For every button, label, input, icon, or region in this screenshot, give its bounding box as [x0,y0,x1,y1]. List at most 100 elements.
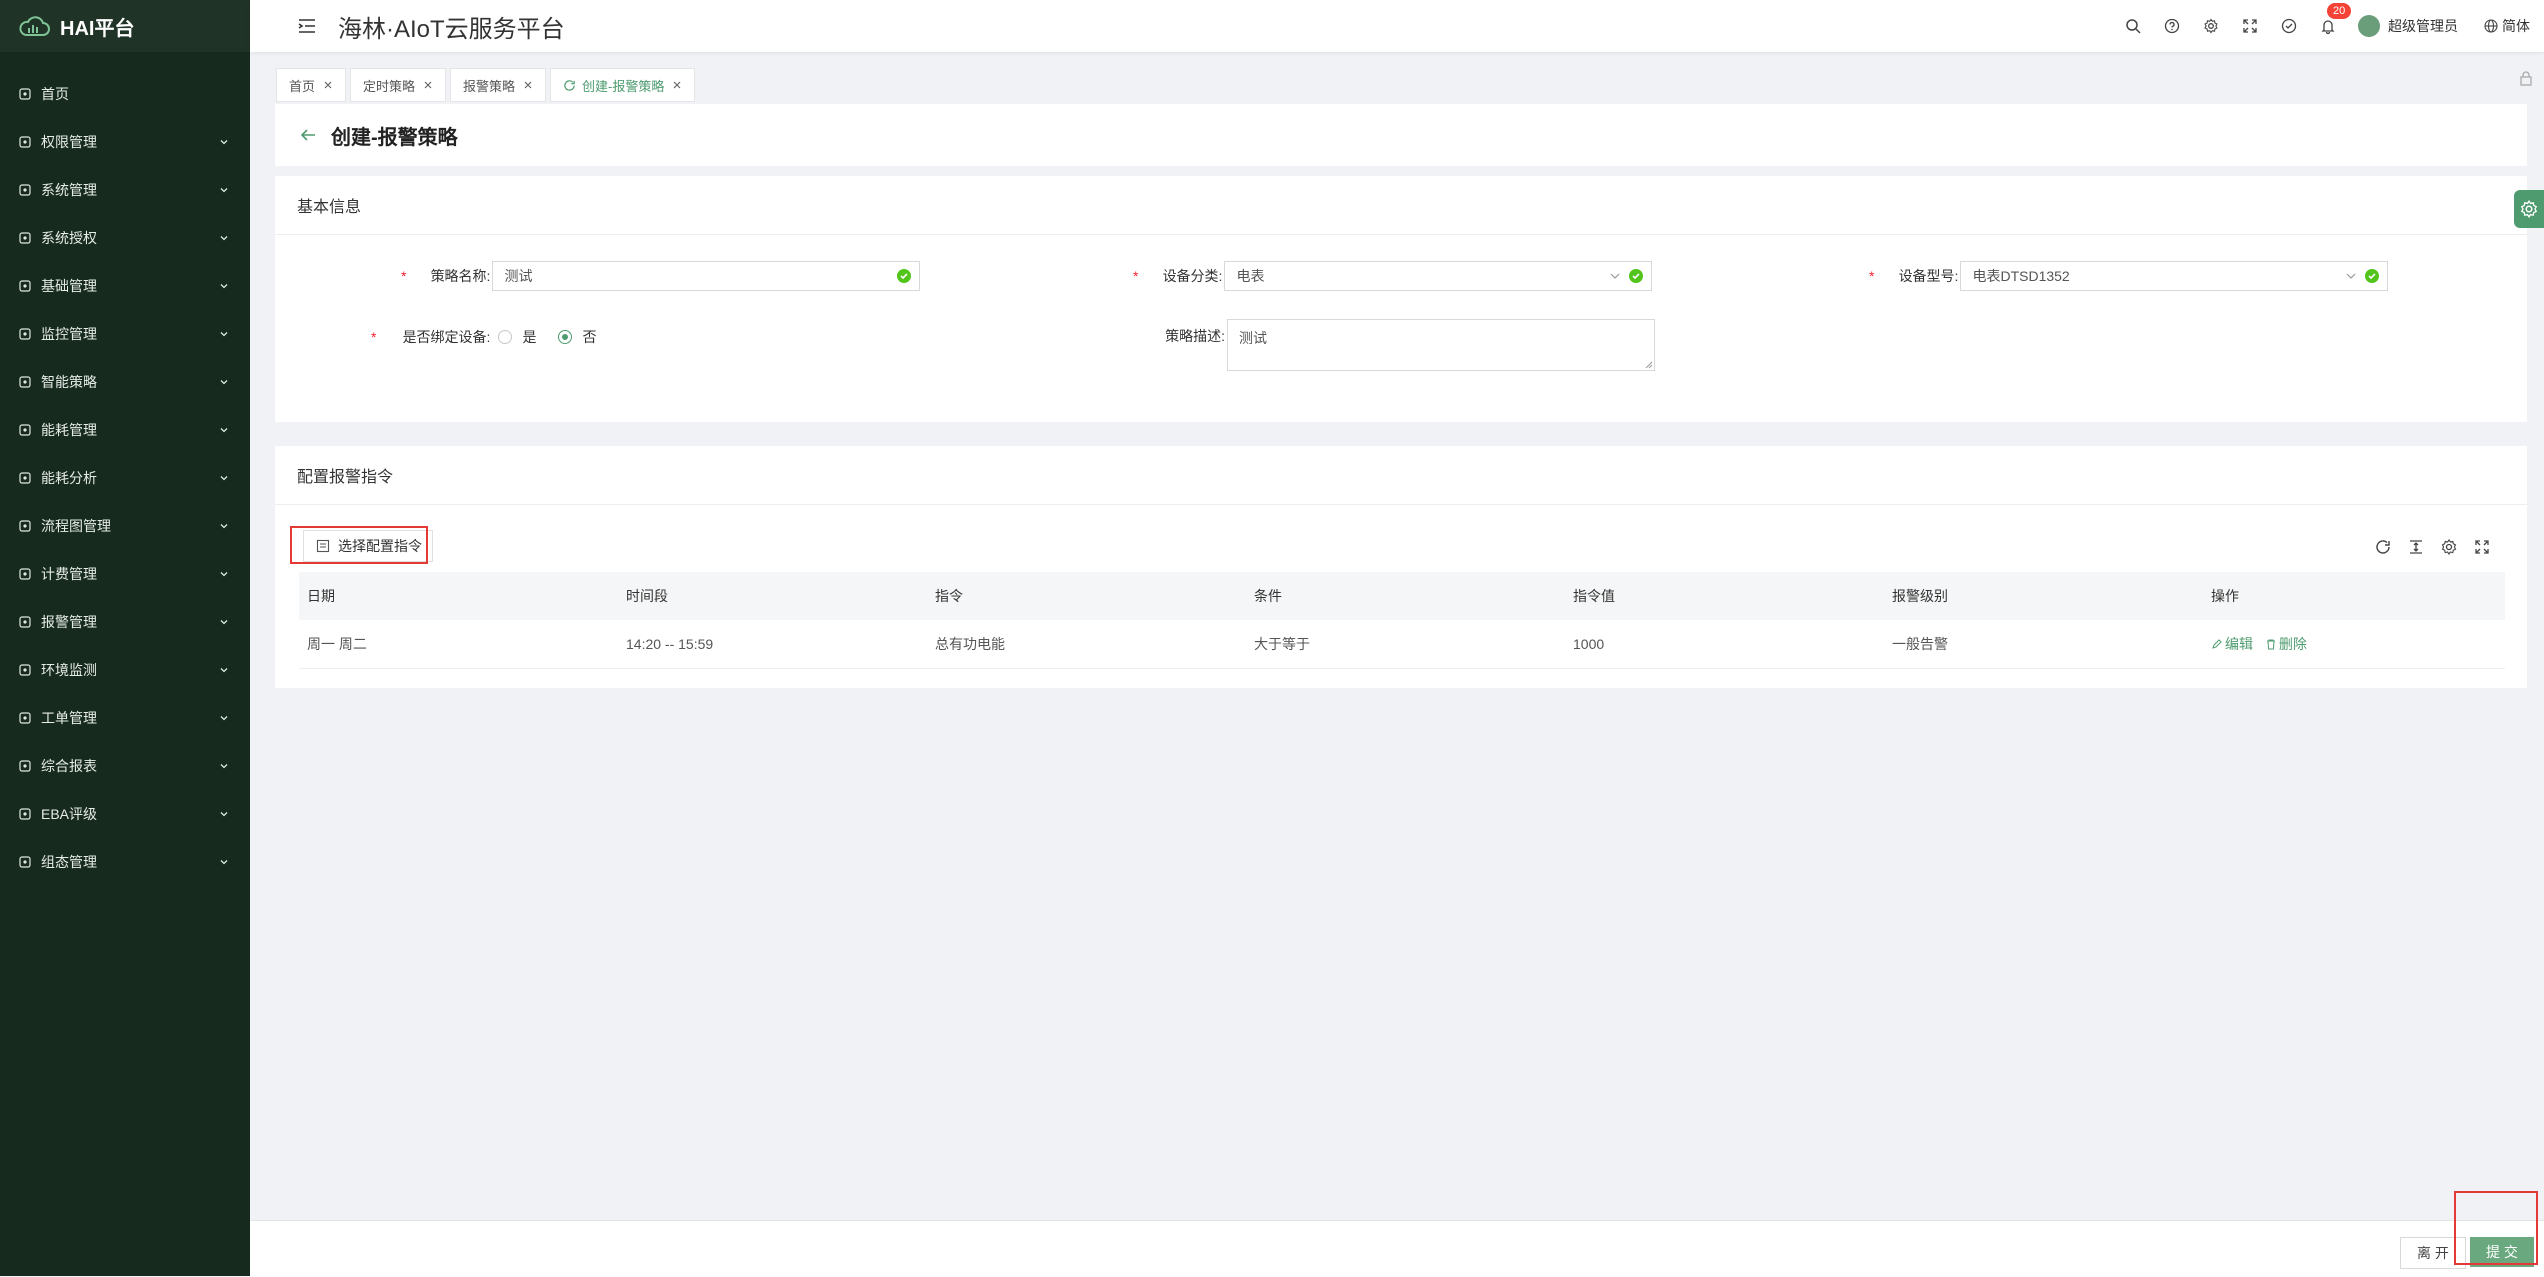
alarm-icon [18,615,32,629]
chevron-down-icon [218,664,230,676]
bind-device-radio-group: 是 否 [498,327,618,347]
back-arrow-icon[interactable] [299,126,317,144]
tab-2[interactable]: 报警策略 [450,68,547,102]
sidebar-item-label: 系统授权 [41,230,97,246]
chevron-down-icon [218,232,230,244]
col-command: 指令 [927,572,1246,620]
tab-bar: 首页 定时策略 报警策略 创建-报警策略 [250,52,2544,102]
col-time: 时间段 [618,572,927,620]
sidebar-item-4[interactable]: 基础管理 [0,262,250,310]
sidebar-item-3[interactable]: 系统授权 [0,214,250,262]
device-category-row: * 设备分类: 电表 [1133,261,1653,291]
refresh-icon[interactable] [563,79,576,92]
col-date: 日期 [299,572,618,620]
sidebar-item-10[interactable]: 计费管理 [0,550,250,598]
basic-info-panel: 基本信息 * 策略名称: 测试 * 设备分类: 电表 * 设备型号: 电表DTS… [275,176,2527,422]
sidebar-item-16[interactable]: 组态管理 [0,838,250,886]
radio-no[interactable] [558,330,573,344]
bar-chart-icon [18,471,32,485]
notification-bell-icon[interactable]: 20 [2319,3,2352,35]
sidebar-item-12[interactable]: 环境监测 [0,646,250,694]
sidebar-item-label: 计费管理 [41,566,97,582]
sidebar-item-8[interactable]: 能耗分析 [0,454,250,502]
chevron-down-icon [218,328,230,340]
valid-check-icon [1629,269,1644,283]
column-height-icon[interactable] [2407,538,2425,556]
strategy-name-input[interactable]: 测试 [492,261,921,291]
search-icon[interactable] [2124,17,2142,35]
radio-yes-label[interactable]: 是 [522,327,536,347]
sidebar-item-9[interactable]: 流程图管理 [0,502,250,550]
camera-icon [18,327,32,341]
sidebar-item-0[interactable]: 首页 [0,70,250,118]
brand[interactable]: HAI平台 [0,0,250,52]
refresh-icon[interactable] [2374,538,2392,556]
sidebar-item-13[interactable]: 工单管理 [0,694,250,742]
chevron-down-icon [218,760,230,772]
settings-icon[interactable] [2202,17,2220,35]
close-icon[interactable] [323,80,333,90]
col-value: 指令值 [1565,572,1884,620]
col-condition: 条件 [1246,572,1565,620]
table-header-row: 日期 时间段 指令 条件 指令值 报警级别 操作 [299,572,2505,620]
page-header: 创建-报警策略 [275,104,2527,166]
description-textarea[interactable]: 测试 [1227,319,1655,371]
avatar[interactable] [2358,15,2380,37]
cell-actions: 编辑 删除 [2203,620,2505,669]
help-icon[interactable] [2163,17,2181,35]
chevron-down-icon [218,280,230,292]
sidebar-item-label: 智能策略 [41,374,97,390]
sidebar-item-label: 能耗分析 [41,470,97,486]
floating-settings-button[interactable] [2514,190,2544,228]
highlight-box-submit [2454,1191,2538,1265]
header-actions: 20 超级管理员 简体 [2124,0,2544,52]
table-row: 周一 周二 14:20 -- 15:59 总有功电能 大于等于 1000 一般告… [299,620,2505,669]
close-icon[interactable] [672,80,682,90]
radio-no-label[interactable]: 否 [582,327,596,347]
menu-collapse-icon[interactable] [296,15,318,37]
sidebar-item-7[interactable]: 能耗管理 [0,406,250,454]
sidebar-item-2[interactable]: 系统管理 [0,166,250,214]
chevron-down-icon [218,808,230,820]
footer-bar: 离 开 提 交 [250,1191,2544,1277]
tab-0[interactable]: 首页 [276,68,347,102]
column-settings-icon[interactable] [2440,538,2458,556]
language-switch[interactable]: 简体 [2484,16,2530,36]
fullscreen-table-icon[interactable] [2473,538,2491,556]
cell-value: 1000 [1565,620,1884,669]
page-title: 创建-报警策略 [331,126,458,149]
col-level: 报警级别 [1884,572,2203,620]
sidebar-item-6[interactable]: 智能策略 [0,358,250,406]
radio-yes[interactable] [498,330,513,344]
sidebar-item-label: 工单管理 [41,710,97,726]
delete-link[interactable]: 删除 [2265,634,2307,654]
leaf-icon [18,663,32,677]
theme-icon[interactable] [2280,17,2298,35]
resize-handle-icon[interactable] [1645,361,1653,369]
chevron-down-icon [1609,270,1621,282]
tab-label: 定时策略 [363,78,416,94]
close-icon[interactable] [523,80,533,90]
col-actions: 操作 [2203,572,2505,620]
tab-3[interactable]: 创建-报警策略 [550,68,696,102]
tab-1[interactable]: 定时策略 [350,68,447,102]
device-category-select[interactable]: 电表 [1224,261,1653,291]
edit-link[interactable]: 编辑 [2211,634,2253,654]
sidebar-item-label: 能耗管理 [41,422,97,438]
sidebar-item-label: 基础管理 [41,278,97,294]
bind-device-label: 是否绑定设备: [402,329,491,345]
sidebar-item-5[interactable]: 监控管理 [0,310,250,358]
sidebar-item-11[interactable]: 报警管理 [0,598,250,646]
close-icon[interactable] [423,80,433,90]
sidebar-item-15[interactable]: EBA评级 [0,790,250,838]
chevron-down-icon [218,856,230,868]
device-model-row: * 设备型号: 电表DTSD1352 [1869,261,2389,291]
cell-condition: 大于等于 [1246,620,1565,669]
sidebar-item-14[interactable]: 综合报表 [0,742,250,790]
device-model-select[interactable]: 电表DTSD1352 [1960,261,2389,291]
fullscreen-icon[interactable] [2241,17,2259,35]
device-category-label: 设备分类: [1162,268,1223,284]
sidebar-item-1[interactable]: 权限管理 [0,118,250,166]
lock-icon[interactable] [2518,70,2534,86]
username[interactable]: 超级管理员 [2388,16,2458,36]
